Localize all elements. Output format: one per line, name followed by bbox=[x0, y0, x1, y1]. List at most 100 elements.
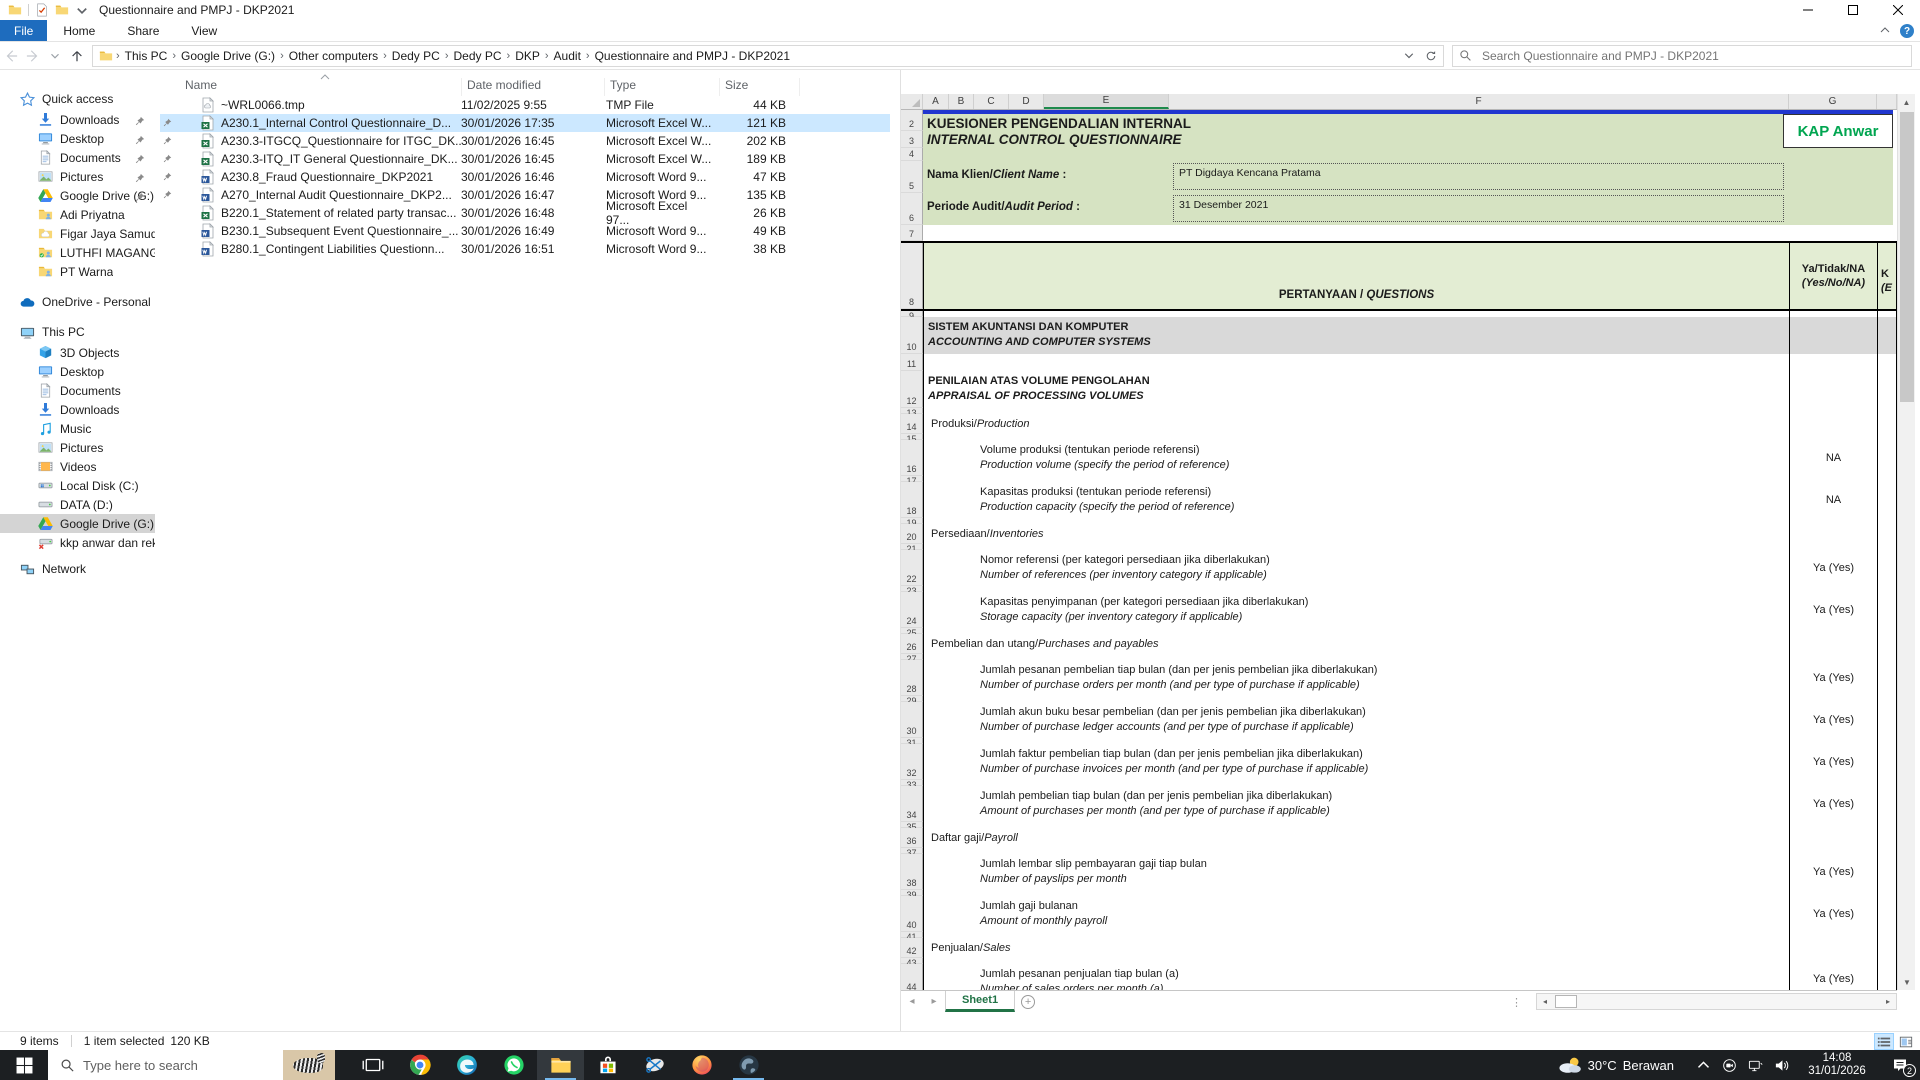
taskbar-app-whatsapp[interactable] bbox=[490, 1050, 537, 1080]
row-header[interactable]: 44 bbox=[901, 964, 923, 990]
breadcrumb-item[interactable]: This PC bbox=[121, 49, 172, 63]
minimize-button[interactable] bbox=[1785, 0, 1830, 20]
file-row[interactable]: B230.1_Subsequent Event Questionnaire_..… bbox=[160, 222, 890, 240]
preview-horizontal-scrollbar[interactable]: ◂▸ bbox=[1536, 993, 1897, 1010]
volume-icon[interactable] bbox=[1768, 1050, 1794, 1080]
sidebar-item-onedrive-personal[interactable]: OneDrive - Personal bbox=[0, 291, 155, 313]
sidebar-item-google-drive-g-[interactable]: Google Drive (G:) bbox=[0, 186, 155, 205]
row-header[interactable]: 12 bbox=[901, 371, 923, 408]
breadcrumb-item[interactable]: Other computers bbox=[285, 49, 382, 63]
taskbar-search[interactable]: Type here to search bbox=[48, 1050, 335, 1080]
sidebar-item-videos[interactable]: Videos bbox=[0, 457, 155, 476]
help-icon[interactable]: ? bbox=[1900, 24, 1914, 38]
scrollbar-thumb[interactable] bbox=[1555, 995, 1577, 1008]
properties-icon[interactable] bbox=[35, 3, 49, 17]
explorer-search[interactable] bbox=[1452, 45, 1912, 67]
sidebar-item-documents[interactable]: Documents bbox=[0, 148, 155, 167]
column-header-D[interactable]: D bbox=[1009, 94, 1044, 109]
sidebar-item-documents[interactable]: Documents bbox=[0, 381, 155, 400]
sidebar-item-pictures[interactable]: Pictures bbox=[0, 438, 155, 457]
column-header-size[interactable]: Size bbox=[720, 78, 800, 96]
search-input[interactable] bbox=[1480, 48, 1905, 64]
forward-button[interactable] bbox=[22, 45, 44, 67]
row-header[interactable]: 26 bbox=[901, 634, 923, 654]
row-header[interactable]: 2 bbox=[901, 114, 923, 131]
sidebar-item-figar-jaya-samudra[interactable]: Figar Jaya Samudra bbox=[0, 224, 155, 243]
row-header[interactable]: 4 bbox=[901, 148, 923, 161]
preview-vertical-scrollbar[interactable]: ▲▼ bbox=[1897, 94, 1915, 990]
column-header-partial[interactable] bbox=[1877, 94, 1897, 109]
address-dropdown-icon[interactable] bbox=[1403, 50, 1415, 62]
sidebar-item-data-d-[interactable]: DATA (D:) bbox=[0, 495, 155, 514]
start-button[interactable] bbox=[0, 1050, 48, 1080]
breadcrumb-item[interactable]: DKP bbox=[511, 49, 544, 63]
meet-now-icon[interactable] bbox=[1716, 1050, 1742, 1080]
row-header[interactable]: 14 bbox=[901, 414, 923, 434]
file-row[interactable]: A230.3-ITQ_IT General Questionnaire_DK..… bbox=[160, 150, 890, 168]
row-header[interactable]: 28 bbox=[901, 660, 923, 696]
notification-center-button[interactable]: 2 bbox=[1880, 1050, 1920, 1080]
task-view-button[interactable] bbox=[349, 1050, 396, 1080]
taskbar-app-globe-app[interactable] bbox=[725, 1050, 772, 1080]
taskbar-app-snipping-tool[interactable] bbox=[631, 1050, 678, 1080]
menu-tab-home[interactable]: Home bbox=[47, 20, 111, 41]
search-highlight-zebra-image[interactable] bbox=[283, 1050, 335, 1080]
hidden-icons-chevron-icon[interactable] bbox=[1690, 1050, 1716, 1080]
breadcrumb-item[interactable]: Dedy PC bbox=[449, 49, 505, 63]
sheet-prev-icon[interactable]: ◂ bbox=[901, 991, 923, 1012]
breadcrumb-item[interactable]: Dedy PC bbox=[388, 49, 444, 63]
taskbar-app-firefox[interactable] bbox=[678, 1050, 725, 1080]
sidebar-item-downloads[interactable]: Downloads bbox=[0, 110, 155, 129]
taskbar-app-microsoft-store[interactable] bbox=[584, 1050, 631, 1080]
taskbar-app-file-explorer[interactable] bbox=[537, 1050, 584, 1080]
breadcrumb-item[interactable]: Questionnaire and PMPJ - DKP2021 bbox=[591, 49, 794, 63]
sidebar-item-music[interactable]: Music bbox=[0, 419, 155, 438]
row-header[interactable]: 38 bbox=[901, 854, 923, 890]
sidebar-item-this-pc[interactable]: This PC bbox=[0, 321, 155, 343]
row-header[interactable]: 8 bbox=[901, 243, 923, 309]
column-header-type[interactable]: Type bbox=[605, 78, 720, 96]
row-header[interactable]: 22 bbox=[901, 550, 923, 586]
column-header-E[interactable]: E bbox=[1044, 94, 1169, 109]
sidebar-item-luthfi-magang[interactable]: LUTHFI MAGANG bbox=[0, 243, 155, 262]
thumbnail-view-button[interactable] bbox=[1896, 1033, 1916, 1050]
scrollbar-thumb[interactable] bbox=[1900, 112, 1914, 402]
sidebar-item-desktop[interactable]: Desktop bbox=[0, 129, 155, 148]
row-header[interactable]: 10 bbox=[901, 317, 923, 354]
sidebar-item-desktop[interactable]: Desktop bbox=[0, 362, 155, 381]
row-header[interactable]: 18 bbox=[901, 482, 923, 518]
close-button[interactable] bbox=[1875, 0, 1920, 20]
column-header-F[interactable]: F bbox=[1169, 94, 1789, 109]
breadcrumb-item[interactable]: Google Drive (G:) bbox=[177, 49, 279, 63]
add-sheet-icon[interactable]: + bbox=[1015, 991, 1041, 1012]
column-header-A[interactable]: A bbox=[923, 94, 949, 109]
row-header[interactable]: 30 bbox=[901, 702, 923, 738]
clock[interactable]: 14:08 31/01/2026 bbox=[1798, 1052, 1876, 1078]
row-header[interactable]: 42 bbox=[901, 938, 923, 958]
scroll-up-icon[interactable]: ▲ bbox=[1898, 94, 1915, 110]
sidebar-item-google-drive-g-[interactable]: Google Drive (G:) bbox=[0, 514, 155, 533]
taskbar-app-edge[interactable] bbox=[443, 1050, 490, 1080]
row-header[interactable]: 24 bbox=[901, 592, 923, 628]
file-row[interactable]: A230.1_Internal Control Questionnaire_D.… bbox=[160, 114, 890, 132]
qat-chevron-down-icon[interactable] bbox=[75, 3, 89, 17]
sidebar-item-downloads[interactable]: Downloads bbox=[0, 400, 155, 419]
scroll-down-icon[interactable]: ▼ bbox=[1898, 974, 1916, 990]
file-row[interactable]: B280.1_Contingent Liabilities Questionn.… bbox=[160, 240, 890, 258]
sheet-tab[interactable]: Sheet1 bbox=[945, 991, 1015, 1012]
row-header[interactable]: 3 bbox=[901, 131, 923, 148]
row-header[interactable]: 6 bbox=[901, 193, 923, 225]
sidebar-item-3d-objects[interactable]: 3D Objects bbox=[0, 343, 155, 362]
row-header[interactable]: 7 bbox=[901, 225, 923, 241]
sidebar-item-kkp-anwar-dan-rekan-1[interactable]: kkp anwar dan rekan (\\1 bbox=[0, 533, 155, 552]
column-header-name[interactable]: Name bbox=[180, 78, 462, 96]
maximize-button[interactable] bbox=[1830, 0, 1875, 20]
row-header[interactable]: 20 bbox=[901, 524, 923, 544]
row-header[interactable]: 16 bbox=[901, 440, 923, 476]
row-header[interactable]: 36 bbox=[901, 828, 923, 848]
file-row[interactable]: A230.8_Fraud Questionnaire_DKP202130/01/… bbox=[160, 168, 890, 186]
column-header-date-modified[interactable]: Date modified bbox=[462, 78, 605, 96]
column-header-C[interactable]: C bbox=[974, 94, 1009, 109]
weather-widget[interactable]: 30°C Berawan bbox=[1558, 1055, 1690, 1075]
recent-locations-chevron-icon[interactable] bbox=[44, 45, 66, 67]
